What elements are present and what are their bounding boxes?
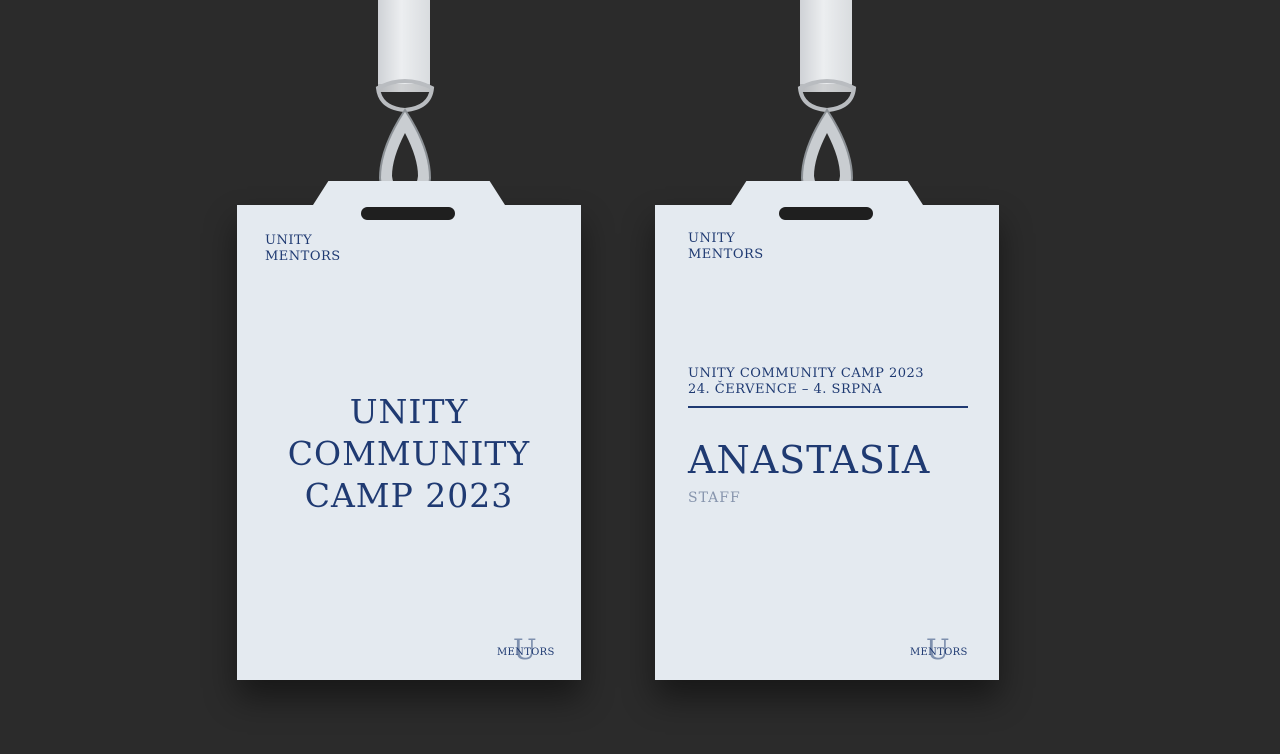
title-line-1: UNITY <box>349 392 469 431</box>
title-line-3: CAMP 2023 <box>304 476 514 515</box>
badge-front: UNITY MENTORS UNITY COMMUNITY CAMP 2023 … <box>237 181 581 680</box>
logo-text: MENTORS <box>910 647 968 658</box>
badge-scene: UNITY MENTORS UNITY COMMUNITY CAMP 2023 … <box>0 0 1280 754</box>
title-line-2: COMMUNITY <box>287 434 531 473</box>
brand-line-1: UNITY <box>688 231 736 246</box>
logo-text: MENTORS <box>497 647 555 658</box>
badge-back: UNITY MENTORS UNITY COMMUNITY CAMP 2023 … <box>655 181 999 680</box>
brand-line-1: UNITY <box>265 233 313 248</box>
brand-mark: UNITY MENTORS <box>265 233 341 265</box>
person-name: ANASTASIA <box>688 438 931 482</box>
event-dates: 24. ČERVENCE – 4. SRPNA <box>688 382 883 397</box>
brand-mark: UNITY MENTORS <box>688 231 764 263</box>
event-title: UNITY COMMUNITY CAMP 2023 <box>237 391 581 517</box>
mentors-logo: U MENTORS <box>497 635 557 671</box>
brand-line-2: MENTORS <box>688 247 764 262</box>
mentors-logo: U MENTORS <box>910 635 970 671</box>
brand-line-2: MENTORS <box>265 249 341 264</box>
badge-slot <box>779 207 873 220</box>
divider-rule <box>688 406 968 408</box>
badge-tab <box>728 181 926 209</box>
person-role: STAFF <box>688 490 741 506</box>
badge-slot <box>361 207 455 220</box>
badge-tab <box>310 181 508 209</box>
event-name: UNITY COMMUNITY CAMP 2023 <box>688 366 925 381</box>
